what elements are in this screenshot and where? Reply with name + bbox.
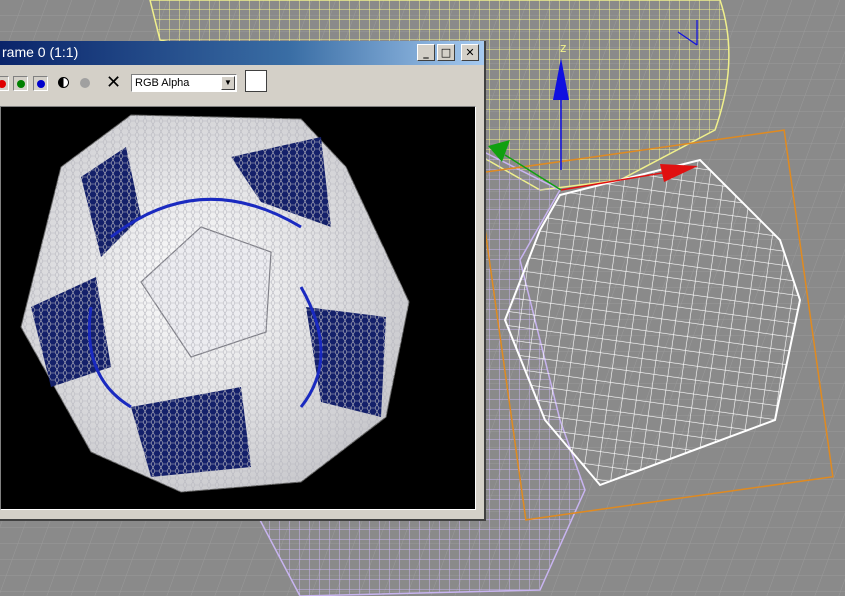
window-title: rame 0 (1:1)	[2, 44, 79, 60]
close-button[interactable]: ✕	[461, 44, 479, 61]
color-swatch[interactable]	[245, 70, 267, 92]
green-dot-icon	[17, 80, 25, 88]
frame-toolbar: ✕ RGB Alpha ▼	[0, 66, 484, 99]
green-channel-toggle[interactable]	[13, 76, 28, 91]
chevron-down-icon[interactable]: ▼	[221, 76, 235, 90]
maximize-button[interactable]: □	[437, 44, 455, 61]
display-channel-value: RGB Alpha	[135, 77, 190, 89]
rendered-image	[0, 106, 476, 510]
alpha-channel-icon[interactable]	[58, 77, 69, 88]
minimize-button[interactable]: _	[417, 44, 435, 61]
blue-channel-toggle[interactable]	[33, 76, 48, 91]
red-channel-toggle[interactable]	[0, 76, 9, 91]
axis-label-z: z	[560, 41, 566, 55]
display-channel-select[interactable]: RGB Alpha ▼	[131, 74, 237, 92]
mono-channel-icon[interactable]	[80, 78, 90, 88]
red-dot-icon	[0, 80, 6, 88]
blue-dot-icon	[37, 80, 45, 88]
rendered-frame-window[interactable]: rame 0 (1:1) _ □ ✕ ✕ RGB Alpha ▼	[0, 41, 486, 521]
soccer-ball-render	[20, 114, 410, 493]
clear-icon[interactable]: ✕	[106, 72, 121, 92]
frame-window-titlebar[interactable]: rame 0 (1:1) _ □ ✕	[0, 41, 484, 65]
